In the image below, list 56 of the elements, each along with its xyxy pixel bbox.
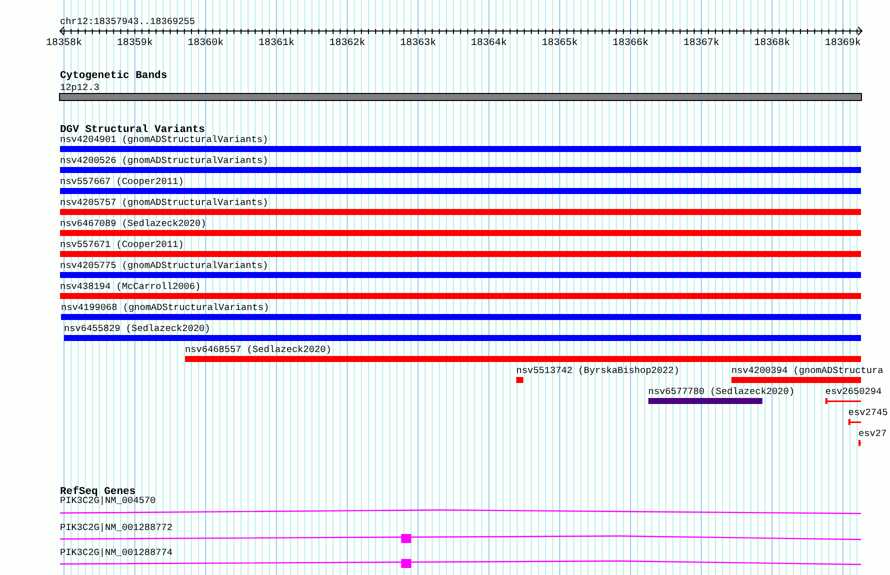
transcript-label[interactable]: PIK3C2G|NM_001288774 bbox=[60, 547, 173, 558]
variant-label[interactable]: esv2745 bbox=[848, 407, 888, 418]
variant-bar[interactable] bbox=[60, 146, 861, 152]
tick-label: 18369k bbox=[824, 38, 861, 49]
variant-label[interactable]: nsv4199068 (gnomADStructuralVariants) bbox=[61, 302, 270, 313]
transcript-drawing[interactable] bbox=[60, 509, 861, 514]
tick-label: 18359k bbox=[116, 38, 153, 49]
variant-bar[interactable] bbox=[61, 314, 861, 320]
transcript-drawing[interactable] bbox=[60, 534, 861, 543]
variant-bar[interactable] bbox=[60, 188, 861, 194]
variant-bar[interactable] bbox=[64, 335, 861, 341]
track-title: DGV Structural Variants bbox=[60, 124, 205, 136]
tick-label: 18366k bbox=[612, 38, 649, 49]
variant-label[interactable]: nsv557671 (Cooper2011) bbox=[60, 239, 184, 250]
variant-bar[interactable] bbox=[731, 377, 861, 383]
tick-label: 18362k bbox=[329, 38, 366, 49]
tick-label: 18358k bbox=[46, 38, 82, 49]
variant-label[interactable]: nsv4204901 (gnomADStructuralVariants) bbox=[60, 134, 268, 145]
variant-label[interactable]: nsv438194 (McCarroll2006) bbox=[60, 281, 201, 292]
location-label: chr12:18357943..18369255 bbox=[60, 16, 196, 27]
variant-label[interactable]: nsv4200394 (gnomADStructura bbox=[731, 365, 884, 376]
tick-label: 18364k bbox=[470, 38, 507, 49]
variant-bar[interactable] bbox=[185, 356, 861, 362]
variant-label[interactable]: esv2650294 bbox=[825, 386, 882, 397]
variant-line[interactable] bbox=[858, 440, 861, 446]
tick-label: 18367k bbox=[683, 38, 720, 49]
variant-label[interactable]: esv27 bbox=[858, 428, 887, 439]
variant-label[interactable]: nsv6468557 (Sedlazeck2020) bbox=[185, 344, 332, 355]
variant-line[interactable] bbox=[848, 419, 861, 425]
variant-bar[interactable] bbox=[60, 230, 861, 236]
tick-label: 18360k bbox=[188, 38, 224, 49]
variant-label[interactable]: nsv6467089 (Sedlazeck2020) bbox=[60, 218, 206, 229]
tick-label: 18368k bbox=[754, 38, 790, 49]
variant-bar[interactable] bbox=[60, 251, 861, 257]
tick-label: 18361k bbox=[258, 38, 294, 49]
variant-bar[interactable] bbox=[60, 272, 861, 278]
variant-label[interactable]: nsv5513742 (ByrskaBishop2022) bbox=[516, 365, 680, 376]
variant-bar[interactable] bbox=[648, 398, 762, 404]
variant-line[interactable] bbox=[825, 398, 861, 404]
variant-bar[interactable] bbox=[516, 377, 524, 383]
transcript-label[interactable]: PIK3C2G|NM_004570 bbox=[60, 495, 156, 506]
variant-label[interactable]: nsv4200526 (gnomADStructuralVariants) bbox=[60, 155, 268, 166]
tick-label: 18363k bbox=[400, 38, 436, 49]
transcript-label[interactable]: PIK3C2G|NM_001288772 bbox=[60, 522, 173, 533]
variant-label[interactable]: nsv4205757 (gnomADStructuralVariants) bbox=[60, 197, 268, 208]
track-title: Cytogenetic Bands bbox=[60, 70, 168, 82]
variant-label[interactable]: nsv4205775 (gnomADStructuralVariants) bbox=[60, 260, 268, 271]
variant-bar[interactable] bbox=[60, 293, 861, 299]
band-label: 12p12.3 bbox=[60, 82, 100, 93]
variant-bar[interactable] bbox=[60, 167, 861, 173]
tick-label: 18365k bbox=[542, 38, 578, 49]
variant-label[interactable]: nsv6577780 (Sedlazeck2020) bbox=[648, 386, 795, 397]
variant-label[interactable]: nsv6455829 (Sedlazeck2020) bbox=[64, 323, 210, 334]
variant-label[interactable]: nsv557667 (Cooper2011) bbox=[60, 176, 184, 187]
transcript-drawing[interactable] bbox=[60, 559, 861, 568]
variant-bar[interactable] bbox=[60, 209, 861, 215]
